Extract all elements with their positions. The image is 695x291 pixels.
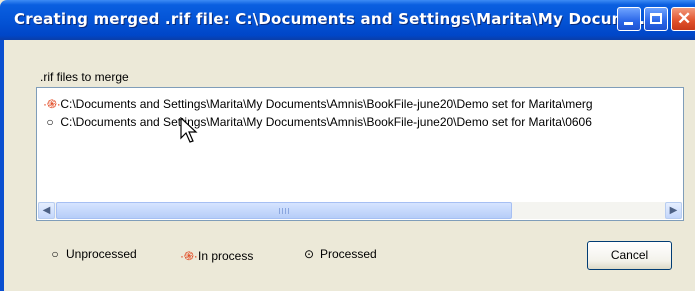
list-item[interactable]: ○ C:\Documents and Settings\Marita\My Do… xyxy=(43,114,679,130)
minimize-button[interactable] xyxy=(617,7,641,31)
file-path: C:\Documents and Settings\Marita\My Docu… xyxy=(60,115,592,129)
close-icon: ✕ xyxy=(677,9,692,28)
title-bar[interactable]: Creating merged .rif file: C:\Documents … xyxy=(0,0,695,40)
window-title: Creating merged .rif file: C:\Documents … xyxy=(14,10,646,28)
legend-label: Unprocessed xyxy=(66,247,137,261)
files-list-label: .rif files to merge xyxy=(40,70,129,84)
legend-label: Processed xyxy=(320,247,377,261)
file-path: C:\Documents and Settings\Marita\My Docu… xyxy=(60,97,593,111)
horizontal-scrollbar[interactable]: ◀ ▶ xyxy=(38,202,682,219)
legend-processed: ⊙ Processed xyxy=(302,247,377,261)
files-listbox[interactable]: ·֍· C:\Documents and Settings\Marita\My … xyxy=(36,87,684,221)
in-process-icon: ·֍· xyxy=(43,97,61,111)
merge-progress-dialog: Creating merged .rif file: C:\Documents … xyxy=(0,0,695,291)
cancel-button[interactable]: Cancel xyxy=(587,241,672,270)
scroll-right-icon[interactable]: ▶ xyxy=(665,202,682,219)
scrollbar-thumb[interactable] xyxy=(56,202,512,219)
scroll-left-icon[interactable]: ◀ xyxy=(38,202,55,219)
grip-icon xyxy=(279,208,289,214)
processed-icon: ⊙ xyxy=(303,247,315,261)
close-button[interactable]: ✕ xyxy=(671,7,695,31)
maximize-button[interactable] xyxy=(644,7,668,31)
legend-in-process: ·֍·In process xyxy=(180,247,253,264)
mouse-cursor-icon xyxy=(180,117,198,143)
legend-unprocessed: ○ Unprocessed xyxy=(48,247,137,261)
unprocessed-icon: ○ xyxy=(51,247,59,261)
in-process-icon: ·֍· xyxy=(180,249,198,263)
window-border xyxy=(0,40,4,291)
list-item[interactable]: ·֍· C:\Documents and Settings\Marita\My … xyxy=(43,96,679,112)
unprocessed-icon: ○ xyxy=(46,115,54,129)
legend-label: In process xyxy=(198,249,254,263)
